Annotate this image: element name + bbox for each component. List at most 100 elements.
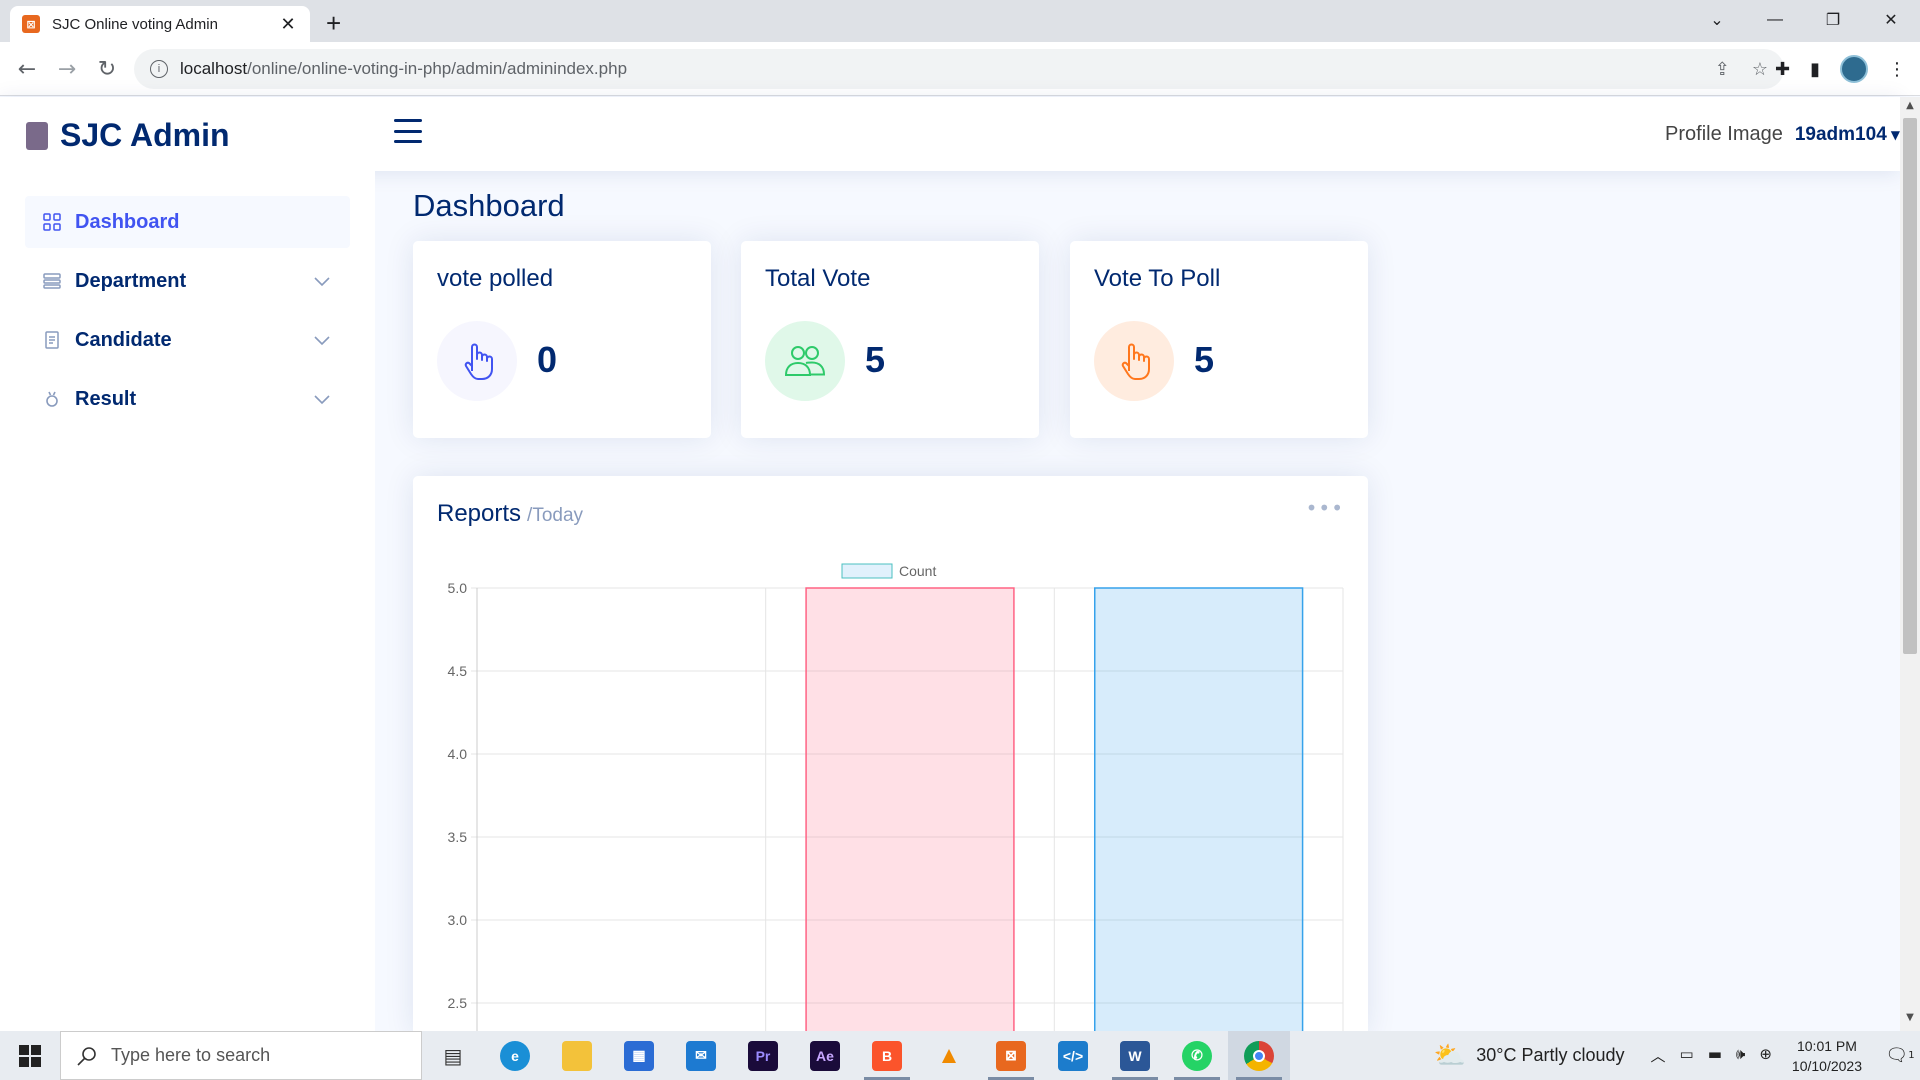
reports-card: Reports/Today ••• Count 5.0 4.5 4.0 3.5 3.0 2.…	[413, 476, 1368, 1036]
weather-text: 30°C Partly cloudy	[1476, 1045, 1625, 1065]
brand-name: SJC Admin	[60, 117, 230, 153]
windows-start-icon[interactable]	[0, 1031, 60, 1080]
sidebar-item-dashboard[interactable]: Dashboard	[25, 196, 350, 248]
stat-card-value: 0	[537, 339, 558, 380]
stat-card-title: Vote To Poll	[1094, 265, 1221, 292]
volume-icon[interactable]: 🕪	[1736, 1045, 1745, 1066]
reports-subtitle: /Today	[527, 505, 584, 526]
sidebar-item-label: Candidate	[75, 328, 172, 351]
sidebar-item-label: Dashboard	[75, 210, 180, 233]
bar-2	[1093, 587, 1304, 1036]
hand-pointer-icon	[437, 321, 517, 401]
store-icon[interactable]: ▦	[608, 1031, 670, 1080]
mail-icon[interactable]: ✉	[670, 1031, 732, 1080]
whatsapp-icon[interactable]: ✆	[1166, 1031, 1228, 1080]
document-icon	[43, 331, 61, 349]
stat-card-total-vote: Total Vote 5	[741, 241, 1039, 438]
chevron-up-icon[interactable]: ︿	[1651, 1045, 1666, 1066]
close-tab-icon[interactable]: ✕	[278, 14, 298, 35]
window-controls: ⌄ — ❐ ✕	[1688, 0, 1920, 40]
y-tick-label: 3.0	[448, 912, 468, 928]
stat-card-value: 5	[1194, 339, 1215, 380]
bookmark-star-icon[interactable]: ☆	[1752, 59, 1768, 80]
profile-image-alt: Profile Image	[1665, 123, 1783, 145]
task-view-icon[interactable]: ▤	[422, 1031, 484, 1080]
sidebar-item-label: Result	[75, 387, 137, 410]
minimize-icon[interactable]: —	[1746, 0, 1804, 40]
partly-cloudy-icon: ⛅	[1433, 1040, 1467, 1071]
browser-menu-icon[interactable]: ⋮	[1888, 59, 1906, 80]
scroll-up-icon[interactable]: ▲	[1904, 100, 1916, 111]
meet-now-icon[interactable]: ▭	[1680, 1045, 1694, 1066]
weather-widget[interactable]: ⛅ 30°C Partly cloudy	[1434, 1041, 1625, 1071]
premiere-pro-icon[interactable]: Pr	[732, 1031, 794, 1080]
scrollbar-thumb[interactable]	[1903, 118, 1917, 654]
sidebar-item-label: Department	[75, 269, 187, 292]
chevron-down-icon	[314, 277, 330, 287]
after-effects-icon[interactable]: Ae	[794, 1031, 856, 1080]
hand-pointer-icon	[1094, 321, 1174, 401]
share-icon[interactable]: ⇪	[1715, 59, 1730, 80]
browser-tab[interactable]: ⊠ SJC Online voting Admin ✕	[10, 6, 310, 42]
sidebar-item-department[interactable]: Department	[25, 255, 350, 307]
windows-taskbar: Type here to search ▤ e ▦ ✉ Pr Ae B ▲ ⊠ …	[0, 1031, 1920, 1080]
restore-icon[interactable]: ❐	[1804, 0, 1862, 40]
scroll-down-icon[interactable]: ▼	[1904, 1012, 1916, 1023]
edge-icon[interactable]: e	[484, 1031, 546, 1080]
file-explorer-icon[interactable]	[546, 1031, 608, 1080]
sidebar: Dashboard Department Candidate Result	[0, 171, 375, 1031]
search-icon	[77, 1046, 96, 1066]
y-tick-label: 4.0	[448, 746, 468, 762]
menu-list-icon	[43, 272, 61, 290]
site-info-icon[interactable]: i	[150, 60, 168, 78]
site-header: SJC Admin Profile Image 19adm104 ▼	[0, 97, 1900, 171]
address-bar[interactable]: i localhost/online/online-voting-in-php/…	[134, 49, 1784, 89]
profile-username: 19adm104	[1794, 123, 1887, 145]
browser-profile-avatar[interactable]	[1840, 55, 1868, 83]
stat-card-title: vote polled	[437, 265, 554, 292]
battery-icon[interactable]: ▬	[1708, 1045, 1722, 1066]
xampp-favicon-icon: ⊠	[22, 15, 40, 33]
tab-title: SJC Online voting Admin	[52, 15, 218, 33]
page-title: Dashboard	[413, 188, 565, 223]
word-icon[interactable]: W	[1104, 1031, 1166, 1080]
xampp-icon[interactable]: ⊠	[980, 1031, 1042, 1080]
forward-icon[interactable]: →	[52, 54, 82, 84]
close-window-icon[interactable]: ✕	[1862, 0, 1920, 40]
sidebar-item-result[interactable]: Result	[25, 373, 350, 425]
vlc-icon[interactable]: ▲	[918, 1031, 980, 1080]
report-bar-chart: Count 5.0 4.5 4.0 3.5 3.0 2.5	[448, 563, 1344, 1036]
profile-dropdown[interactable]: Profile Image 19adm104 ▼	[1665, 123, 1900, 146]
more-options-icon[interactable]: •••	[1306, 496, 1344, 520]
tab-search-chevron-icon[interactable]: ⌄	[1688, 0, 1746, 40]
tray-icons: ︿ ▭ ▬ 🕪 ⊕	[1651, 1045, 1772, 1066]
notification-count: 1	[1908, 1050, 1915, 1061]
stat-card-vote-to-poll: Vote To Poll 5	[1070, 241, 1368, 438]
notification-icon[interactable]: 🗨 1	[1880, 1045, 1920, 1066]
logo[interactable]: SJC Admin	[26, 117, 230, 154]
side-panel-icon[interactable]: ▮	[1810, 59, 1820, 80]
network-globe-icon[interactable]: ⊕	[1759, 1045, 1772, 1066]
extension-area: ✚ ▮ ⋮	[1775, 55, 1906, 83]
legend-label: Count	[899, 563, 936, 579]
hamburger-menu-icon[interactable]	[394, 119, 422, 143]
legend-swatch	[841, 563, 893, 579]
sidebar-item-candidate[interactable]: Candidate	[25, 314, 350, 366]
y-tick-label: 3.5	[448, 829, 468, 845]
clock-date: 10/10/2023	[1791, 1057, 1862, 1074]
vscode-icon[interactable]: </>	[1042, 1031, 1104, 1080]
y-tick-label: 5.0	[448, 580, 468, 596]
reload-icon[interactable]: ↻	[92, 54, 122, 84]
back-icon[interactable]: ←	[12, 54, 42, 84]
bar-1	[805, 587, 1015, 1036]
extensions-puzzle-icon[interactable]: ✚	[1775, 59, 1790, 80]
new-tab-icon[interactable]: +	[326, 8, 341, 39]
people-icon	[765, 321, 845, 401]
caret-down-icon: ▼	[1890, 127, 1900, 142]
clock[interactable]: 10:01 PM 10/10/2023	[1792, 1036, 1862, 1076]
brave-icon[interactable]: B	[856, 1031, 918, 1080]
taskbar-search[interactable]: Type here to search	[60, 1031, 422, 1080]
url-text[interactable]: localhost/online/online-voting-in-php/ad…	[180, 59, 1693, 79]
chrome-icon[interactable]	[1228, 1031, 1290, 1080]
reports-title: Reports/Today	[437, 500, 584, 527]
